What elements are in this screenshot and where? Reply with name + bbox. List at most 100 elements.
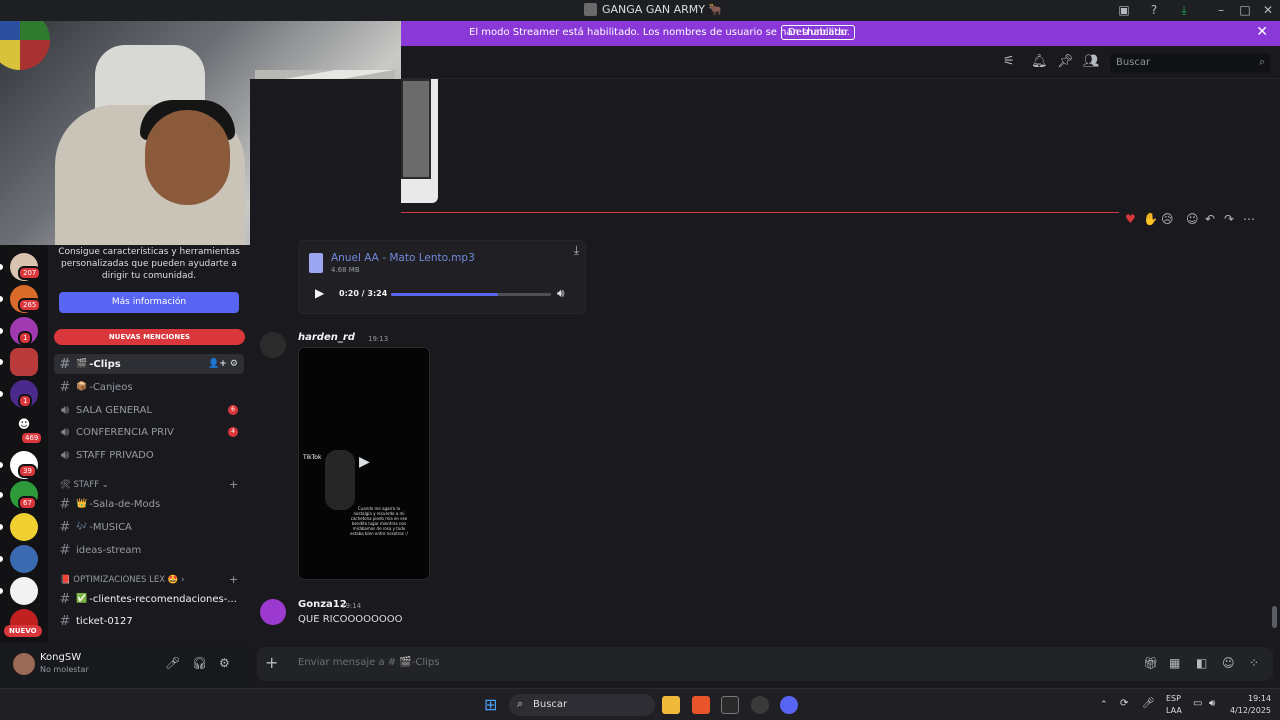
clock-time[interactable]: 19:14 <box>1248 694 1271 703</box>
play-icon[interactable]: ▶ <box>315 286 324 300</box>
sad-reaction-icon[interactable]: 😥 <box>1161 212 1174 226</box>
channel-ticket[interactable]: # ticket-0127 <box>54 611 244 631</box>
reply-icon[interactable]: ↶ <box>1205 212 1215 226</box>
server-icon[interactable] <box>10 545 38 573</box>
new-badge[interactable]: NUEVO <box>4 625 42 637</box>
minimize-icon[interactable]: – <box>1213 2 1229 18</box>
server-icon[interactable] <box>10 577 38 605</box>
message-author[interactable]: harden_rd <box>298 332 355 343</box>
clock-date: 4/12/2025 <box>1230 706 1272 715</box>
windows-taskbar: ⊞ ⌕ Buscar ⌃ ⟳ 🎤︎ ESP LAA ▭ 🔊︎ 19:14 4/1… <box>0 688 1280 720</box>
disable-streamer-button[interactable]: Deshabilitar <box>781 25 856 40</box>
avatar[interactable] <box>260 332 286 358</box>
video-attachment[interactable]: TikTok ▶ Cuando me agarra la nostalgia y… <box>298 347 430 580</box>
close-window-icon[interactable]: ✕ <box>1260 2 1276 18</box>
emoji-icon[interactable]: ☺ <box>1222 656 1235 670</box>
hash-icon: # <box>59 542 71 558</box>
hash-icon: # <box>59 356 71 372</box>
search-icon: ⌕ <box>517 697 524 710</box>
gift-icon[interactable]: 🎁︎ <box>1143 656 1158 670</box>
volume-icon[interactable]: 🔊︎ <box>557 286 565 301</box>
add-reaction-icon[interactable]: ☺ <box>1186 212 1199 226</box>
voice-channel-sala-general[interactable]: 🔊︎ SALA GENERAL 6 <box>54 400 244 420</box>
inbox-icon[interactable]: ▣ <box>1116 2 1132 18</box>
channel-clientes[interactable]: # ✅ -clientes-recomendaciones-... <box>54 589 244 609</box>
heart-reaction-icon[interactable]: ♥ <box>1125 212 1136 226</box>
download-icon[interactable]: ⤓ <box>1176 2 1192 18</box>
windows-start-icon[interactable]: ⊞ <box>484 695 497 714</box>
search-input[interactable]: Buscar ⌕ <box>1110 53 1270 73</box>
member-list-icon[interactable]: 👥︎ <box>1083 54 1100 69</box>
volume-tray-icon[interactable]: 🔊︎ <box>1209 698 1215 709</box>
audio-file-icon <box>309 253 323 273</box>
apps-icon[interactable]: ⁘ <box>1249 656 1259 670</box>
server-icon[interactable] <box>10 513 38 541</box>
user-avatar[interactable] <box>13 653 35 675</box>
close-banner-icon[interactable]: ✕ <box>1256 24 1268 40</box>
message-input[interactable]: Enviar mensaje a # 🎬-Clips <box>298 657 439 668</box>
chat-scrollbar[interactable] <box>1272 606 1277 628</box>
threads-icon[interactable]: ⚟ <box>1003 54 1015 69</box>
epic-games-icon[interactable] <box>721 696 739 714</box>
attach-plus-icon[interactable]: + <box>265 653 278 672</box>
tray-chevron-icon[interactable]: ⌃ <box>1100 700 1108 710</box>
discord-icon[interactable] <box>780 696 798 714</box>
channel-header: ⚟ 🔔︎ 📌︎ 👥︎ Buscar ⌕ <box>401 46 1280 79</box>
streamer-head <box>145 110 230 205</box>
mic-tray-icon[interactable]: 🎤︎ <box>1142 698 1155 709</box>
help-icon[interactable]: ? <box>1146 2 1162 18</box>
app-icon[interactable] <box>751 696 769 714</box>
channel-clips[interactable]: # 🎬 -Clips 👤+ ⚙ <box>54 354 244 374</box>
channel-musica[interactable]: # 🎶 -MUSICA <box>54 517 244 537</box>
speaker-icon: 🔊︎ <box>60 402 70 418</box>
hand-reaction-icon[interactable]: ✋ <box>1143 212 1158 226</box>
boost-promo-text: Consigue características y herramientas … <box>58 247 240 281</box>
gif-icon[interactable]: ▦ <box>1169 656 1180 670</box>
category-staff[interactable]: 🛠 STAFF ⌄ <box>60 480 109 490</box>
video-play-icon[interactable]: ▶ <box>359 454 370 470</box>
window-title: GANGA GAN ARMY 🐂 <box>584 3 722 16</box>
file-explorer-icon[interactable] <box>662 696 680 714</box>
sticker-icon[interactable]: ◧ <box>1196 656 1207 670</box>
channel-ideas-stream[interactable]: # ideas-stream <box>54 540 244 560</box>
microphone-icon[interactable]: 🎤︎ <box>165 656 180 670</box>
check-emoji: ✅ <box>76 594 88 604</box>
settings-gear-icon[interactable]: ⚙ <box>219 656 230 670</box>
new-mentions-pill[interactable]: NUEVAS MENCIONES <box>54 329 245 345</box>
server-icon[interactable] <box>10 348 38 376</box>
forward-icon[interactable]: ↷ <box>1224 212 1234 226</box>
message-author[interactable]: Gonza12 <box>298 599 347 610</box>
channel-canjeos[interactable]: # 📦 -Canjeos <box>54 377 244 397</box>
language-indicator[interactable]: ESP <box>1166 694 1181 703</box>
audio-file-name[interactable]: Anuel AA - Mato Lento.mp3 <box>331 252 475 264</box>
voice-channel-conferencia[interactable]: 🔊︎ CONFERENCIA PRIV 4 <box>54 422 244 442</box>
add-channel-icon[interactable]: + <box>229 478 238 491</box>
search-icon: ⌕ <box>1258 55 1265 68</box>
invite-settings-icons[interactable]: 👤+ ⚙ <box>208 359 238 369</box>
taskbar-search[interactable]: ⌕ Buscar <box>509 694 655 716</box>
image-attachment-content <box>401 79 431 179</box>
notification-bell-icon[interactable]: 🔔︎ <box>1031 54 1048 69</box>
server-badge: 469 <box>20 431 44 445</box>
headphones-icon[interactable]: 🎧︎ <box>192 656 207 670</box>
network-icon[interactable]: ▭ <box>1193 698 1202 709</box>
audio-progress-bar[interactable] <box>391 293 551 296</box>
channel-sala-de-mods[interactable]: # 👑 -Sala-de-Mods <box>54 494 244 514</box>
avatar[interactable] <box>260 599 286 625</box>
maximize-icon[interactable]: □ <box>1237 2 1253 18</box>
speaker-icon: 🔊︎ <box>60 424 70 440</box>
more-info-button[interactable]: Más información <box>59 292 239 313</box>
add-channel-icon[interactable]: + <box>229 573 238 586</box>
more-options-icon[interactable]: ⋯ <box>1243 212 1255 226</box>
message-text: QUE RICOOOOOOOO <box>298 614 403 625</box>
category-optimizaciones[interactable]: 📕 OPTIMIZACIONES LEX 🤩 › <box>60 575 184 585</box>
message-composer[interactable]: + Enviar mensaje a # 🎬-Clips <box>257 647 1273 681</box>
sync-icon[interactable]: ⟳ <box>1120 698 1128 709</box>
download-icon[interactable]: ⤓ <box>574 243 579 258</box>
server-badge: 1 <box>18 394 33 408</box>
hash-icon: # <box>59 379 71 395</box>
voice-channel-staff[interactable]: 🔊︎ STAFF PRIVADO <box>54 445 244 465</box>
server-badge: 39 <box>18 464 37 478</box>
brave-browser-icon[interactable] <box>692 696 710 714</box>
pinned-icon[interactable]: 📌︎ <box>1057 54 1074 69</box>
